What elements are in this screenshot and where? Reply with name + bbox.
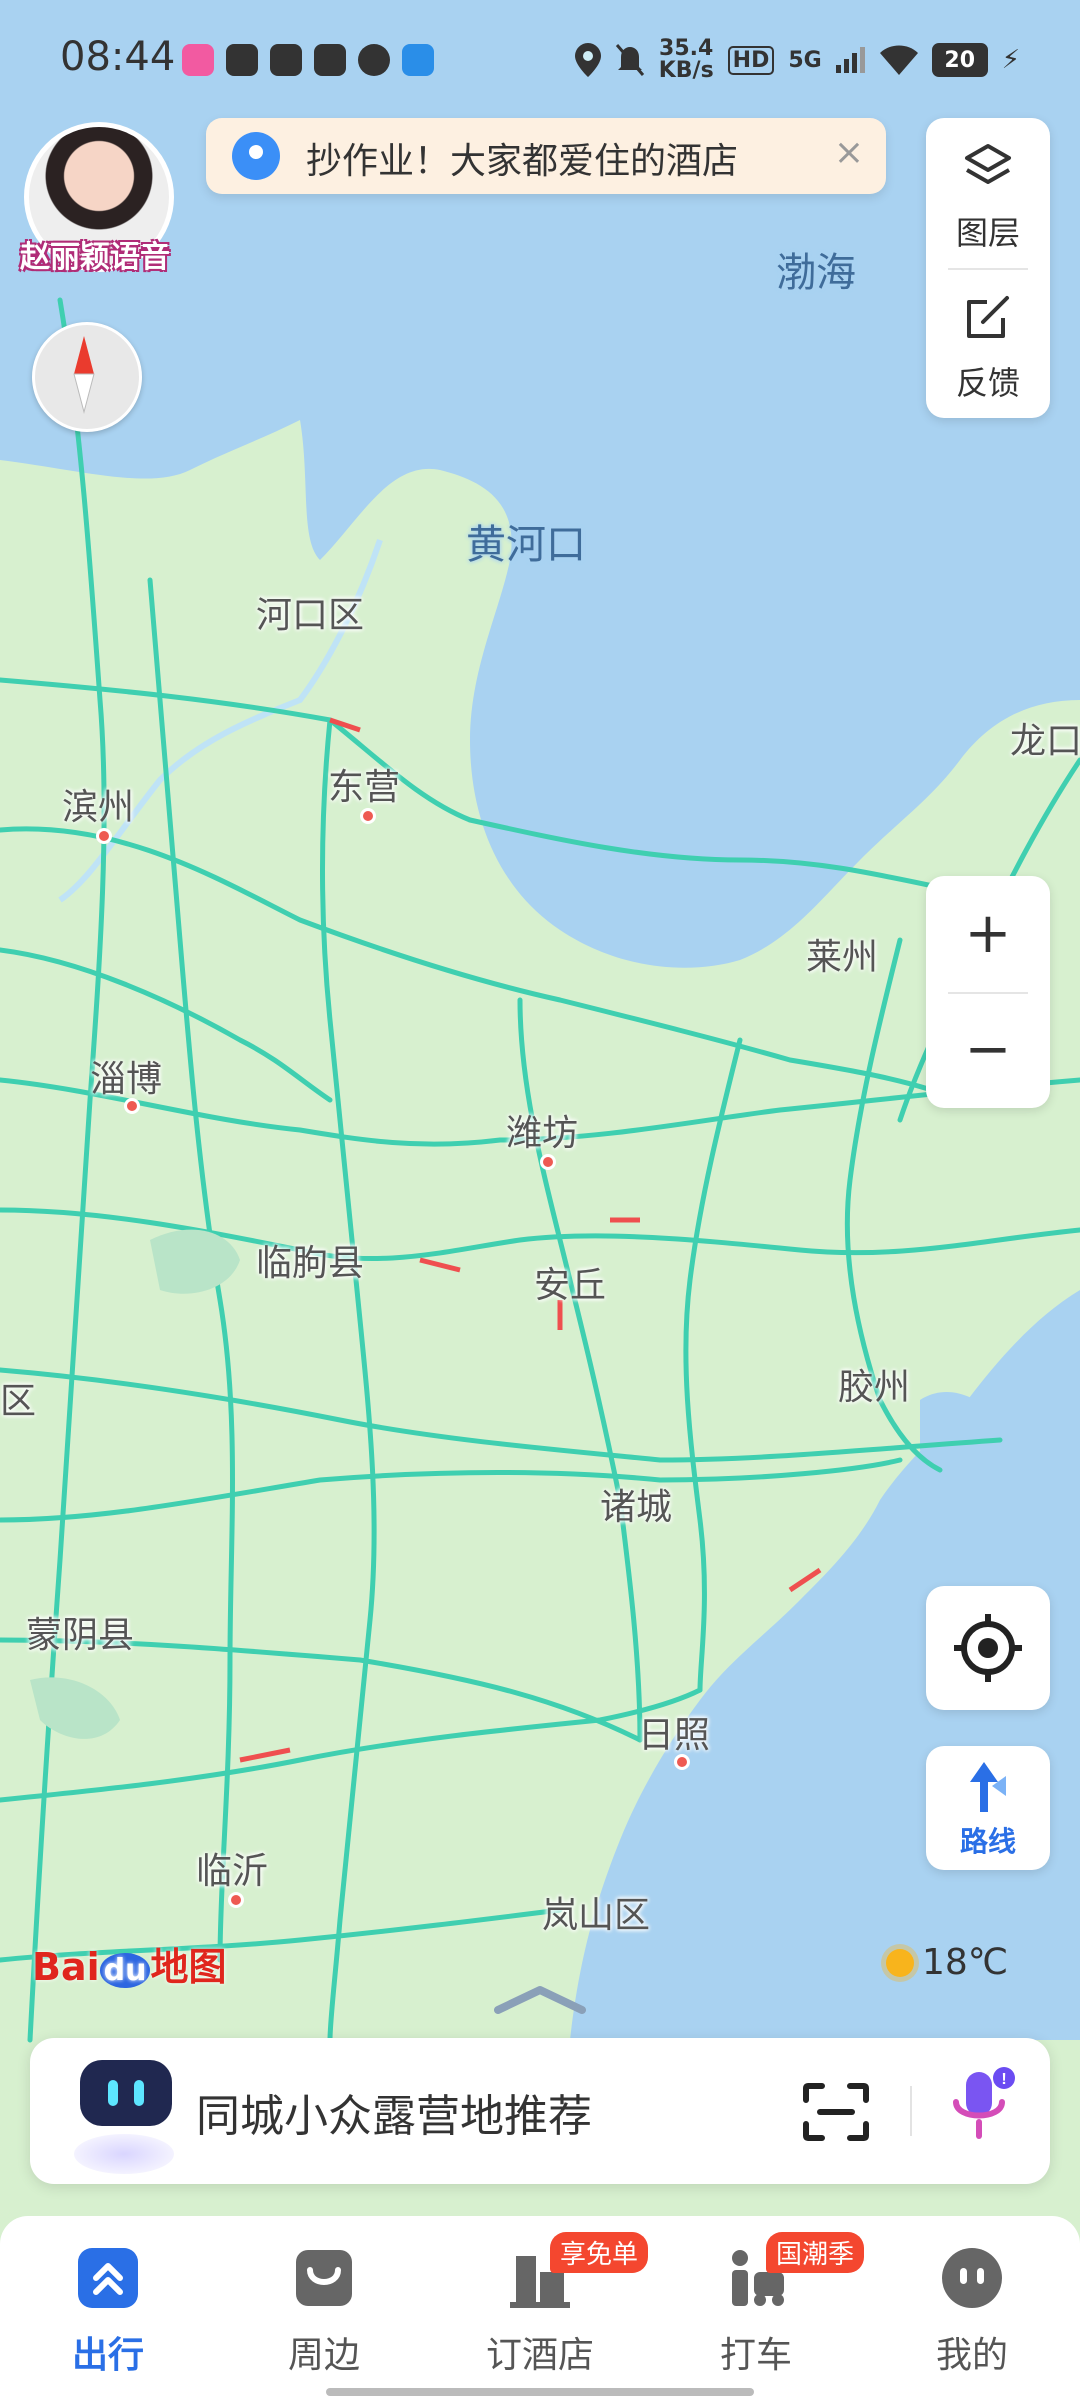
map-label-weifang: 潍坊 [506, 1113, 579, 1154]
city-dot-weifang [540, 1154, 556, 1170]
map-tools-panel: 图层 反馈 [926, 118, 1050, 418]
hotel-badge: 享免单 [550, 2232, 649, 2273]
route-arrow-icon [970, 1762, 1006, 1812]
alipay-icon [314, 44, 346, 76]
banner-text: 抄作业！大家都爱住的酒店 [306, 141, 739, 182]
map-label-anqiu: 安丘 [534, 1265, 607, 1306]
robot-glow [74, 2134, 174, 2174]
city-dot-binzhou [96, 828, 112, 844]
wifi-icon [879, 45, 918, 75]
map-label-dongying: 东营 [328, 767, 401, 808]
tab-hotel[interactable]: 享免单 订酒店 [432, 2216, 649, 2400]
tab-label-taxi: 打车 [719, 2335, 792, 2376]
battery-indicator: 20 [931, 43, 988, 77]
profile-icon [942, 2248, 1002, 2308]
locate-icon [954, 1614, 1022, 1682]
bottom-nav: 出行 周边 享免单 订酒店 国潮季 打车 我的 [0, 2216, 1080, 2400]
map-label-huanghekou: 黄河口 [466, 522, 586, 568]
weather-widget[interactable]: 18℃ [886, 1942, 1008, 1983]
feedback-label: 反馈 [955, 364, 1020, 402]
route-label: 路线 [959, 1825, 1016, 1858]
compass-needle-icon [73, 336, 95, 414]
map-label-bohai: 渤海 [776, 250, 856, 296]
map-label-linqu: 临朐县 [256, 1243, 365, 1284]
status-time: 08:44 [60, 34, 176, 80]
chevron-up-icon[interactable] [490, 1984, 590, 2014]
city-dot-zibo [124, 1098, 140, 1114]
map-label-zibo: 淄博 [90, 1059, 163, 1100]
map-label-laizhou: 莱州 [806, 937, 879, 978]
city-dot-linyi [228, 1892, 244, 1908]
baidu-map-logo: Bai du 地图 [32, 1945, 227, 1989]
tab-label-nearby: 周边 [287, 2335, 360, 2376]
locate-me-button[interactable] [926, 1586, 1050, 1710]
hd-badge: HD [727, 45, 775, 75]
tab-label-mine: 我的 [935, 2335, 1008, 2376]
travel-icon [78, 2248, 138, 2308]
ai-assistant-robot-icon[interactable] [80, 2060, 172, 2126]
tab-nearby[interactable]: 周边 [216, 2216, 432, 2400]
nearby-bag-icon [296, 2250, 352, 2306]
microphone-icon[interactable]: ! [946, 2066, 1016, 2146]
feedback-button[interactable]: 反馈 [926, 268, 1050, 418]
map-label-rizhao: 日照 [638, 1715, 711, 1756]
network-speed: 35.4 KB/s [658, 36, 714, 83]
search-card[interactable]: 同城小众露营地推荐 ! [30, 2038, 1050, 2184]
zoom-control: + − [926, 876, 1050, 1108]
map-label-qu: 区 [0, 1381, 37, 1422]
map-label-jiaozhou: 胶州 [838, 1367, 911, 1408]
map-label-hekouqu: 河口区 [256, 595, 365, 636]
status-bar: 08:44 35.4 KB/s HD 5G 20 ⚡ [0, 0, 1080, 120]
map-label-zhucheng: 诸城 [600, 1487, 673, 1528]
layers-button[interactable]: 图层 [926, 118, 1050, 268]
layers-label: 图层 [955, 214, 1020, 252]
tab-mine[interactable]: 我的 [864, 2216, 1080, 2400]
signal-icon [835, 47, 865, 73]
location-icon [574, 43, 601, 77]
toutiao-icon [270, 44, 302, 76]
telegram-icon [226, 44, 258, 76]
zoom-out-button[interactable]: − [926, 992, 1050, 1108]
taxi-badge: 国潮季 [766, 2232, 865, 2273]
search-divider [910, 2086, 912, 2136]
voice-assistant-label[interactable]: 赵丽颖语音 [20, 232, 170, 276]
close-icon[interactable]: × [834, 132, 864, 173]
zoom-in-button[interactable]: + [926, 876, 1050, 992]
map-label-mengyin: 蒙阴县 [26, 1615, 135, 1656]
home-indicator[interactable] [326, 2388, 754, 2396]
tab-label-travel: 出行 [71, 2335, 144, 2376]
compass-button[interactable] [32, 322, 142, 432]
map-label-binzhou: 滨州 [62, 787, 135, 828]
vw-icon [402, 44, 434, 76]
tab-label-hotel: 订酒店 [485, 2335, 594, 2376]
scan-icon[interactable] [802, 2082, 870, 2142]
app-notification-icon-1 [182, 44, 214, 76]
layers-icon [965, 144, 1011, 184]
app-notification-icon-5 [358, 44, 390, 76]
search-suggestion[interactable]: 同城小众露营地推荐 [196, 2080, 592, 2144]
sun-icon [886, 1948, 914, 1977]
map-label-linyi: 临沂 [196, 1851, 269, 1892]
net-type: 5G [788, 47, 822, 73]
route-button[interactable]: 路线 [926, 1746, 1050, 1870]
charging-icon: ⚡ [1001, 45, 1020, 75]
mute-bell-icon [615, 44, 644, 76]
promo-banner[interactable]: 抄作业！大家都爱住的酒店 × [206, 118, 886, 194]
city-dot-rizhao [674, 1754, 690, 1770]
map-label-lanshan: 岚山区 [542, 1895, 651, 1936]
status-indicators: 35.4 KB/s HD 5G 20 ⚡ [574, 36, 1020, 83]
location-pin-icon [232, 132, 280, 180]
temperature: 18℃ [922, 1942, 1009, 1983]
tab-travel[interactable]: 出行 [0, 2216, 216, 2400]
tab-taxi[interactable]: 国潮季 打车 [648, 2216, 865, 2400]
city-dot-dongying [360, 808, 376, 824]
feedback-edit-icon [967, 296, 1009, 338]
map-label-longkou: 龙口 [1010, 721, 1080, 762]
svg-text:!: ! [1001, 2071, 1006, 2088]
